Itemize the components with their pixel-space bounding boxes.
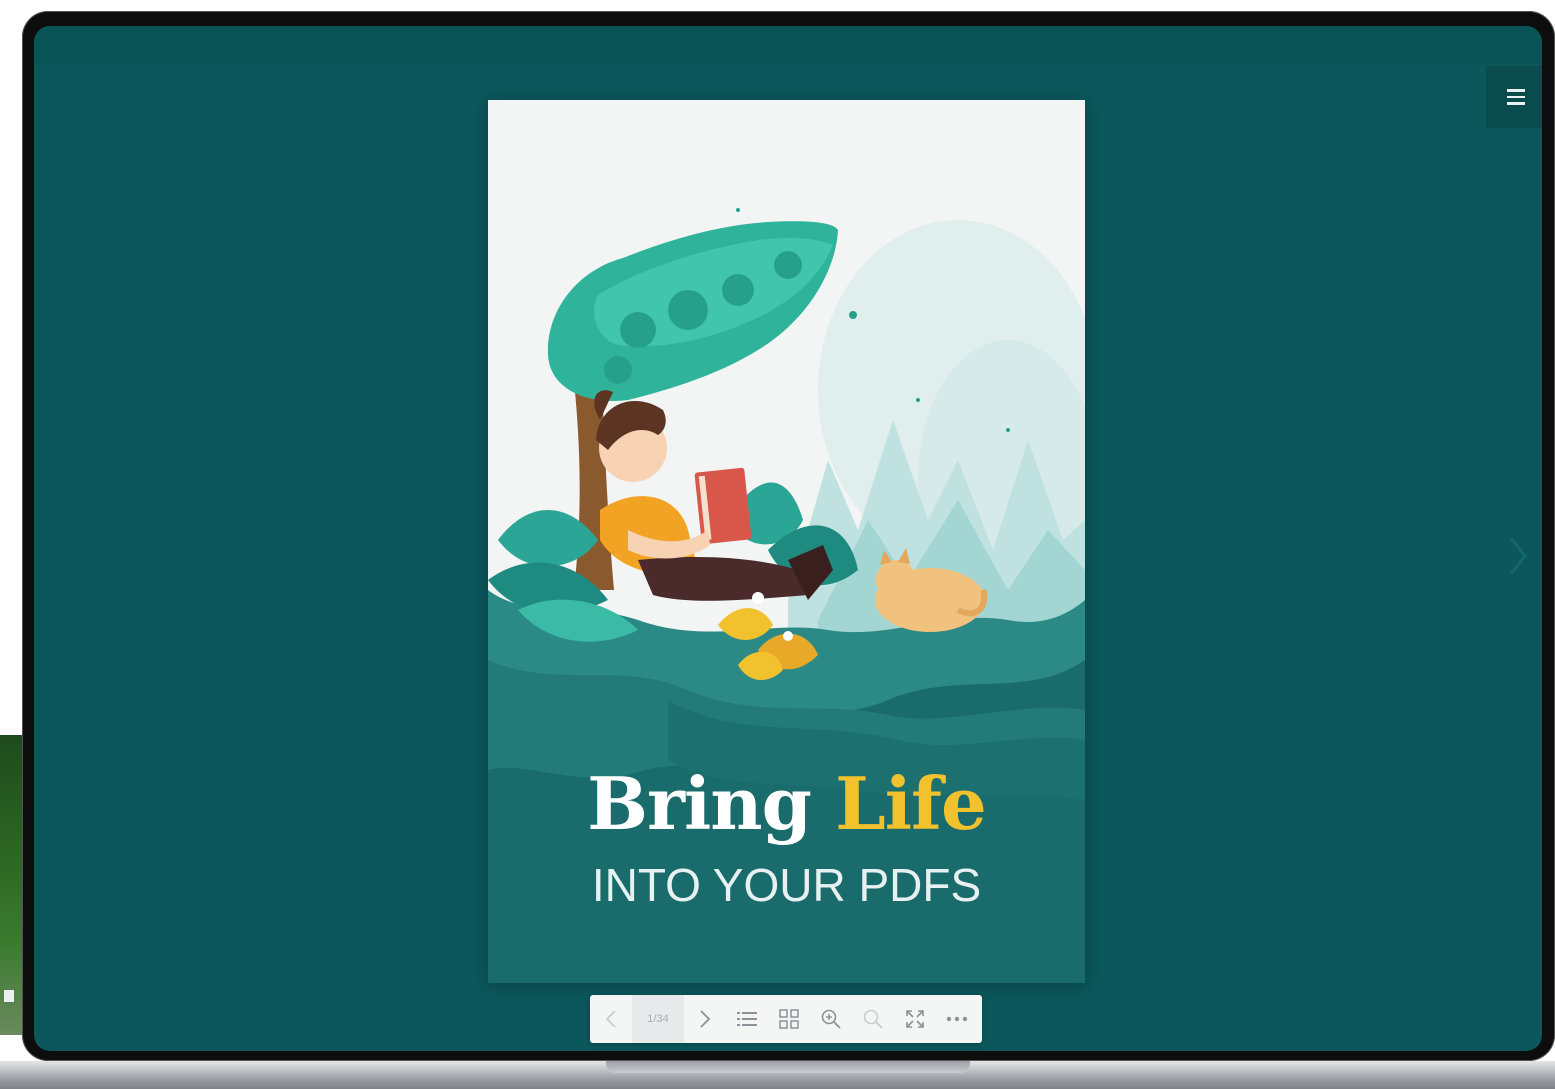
next-page-arrow[interactable] — [1500, 531, 1536, 581]
background-photo-edge — [0, 735, 22, 1035]
chevron-left-icon — [605, 1010, 616, 1028]
fullscreen-icon — [906, 1010, 924, 1028]
laptop-notch — [606, 1061, 970, 1073]
zoom-out-button[interactable] — [852, 995, 894, 1043]
cover-title: Bring Life — [488, 768, 1085, 840]
cover-page[interactable]: Bring Life INTO YOUR PDFS — [488, 100, 1085, 983]
list-icon — [737, 1012, 757, 1026]
page-indicator[interactable]: 1/34 — [632, 995, 684, 1043]
fullscreen-button[interactable] — [894, 995, 936, 1043]
flipbook-viewer: Bring Life INTO YOUR PDFS 1/34 — [34, 26, 1542, 1051]
menu-button[interactable] — [1486, 66, 1542, 128]
previous-page-button[interactable] — [590, 995, 632, 1043]
chevron-right-icon — [1509, 537, 1527, 575]
cover-subtitle: INTO YOUR PDFS — [591, 859, 982, 911]
cover-title-word-2: Life — [835, 761, 987, 846]
table-of-contents-button[interactable] — [726, 995, 768, 1043]
thumbnails-button[interactable] — [768, 995, 810, 1043]
next-page-button[interactable] — [684, 995, 726, 1043]
laptop-base — [0, 1061, 1555, 1089]
chevron-right-icon — [700, 1010, 711, 1028]
zoom-out-icon — [863, 1009, 883, 1029]
zoom-in-icon — [821, 1009, 841, 1029]
more-icon — [946, 1016, 968, 1022]
grid-icon — [779, 1009, 799, 1029]
hamburger-menu-icon — [1507, 89, 1525, 105]
cover-title-word-1: Bring — [587, 761, 812, 846]
more-button[interactable] — [936, 995, 978, 1043]
cover-illustration — [488, 208, 1085, 983]
viewer-toolbar: 1/34 — [590, 995, 982, 1043]
viewer-top-band — [34, 26, 1542, 64]
zoom-in-button[interactable] — [810, 995, 852, 1043]
